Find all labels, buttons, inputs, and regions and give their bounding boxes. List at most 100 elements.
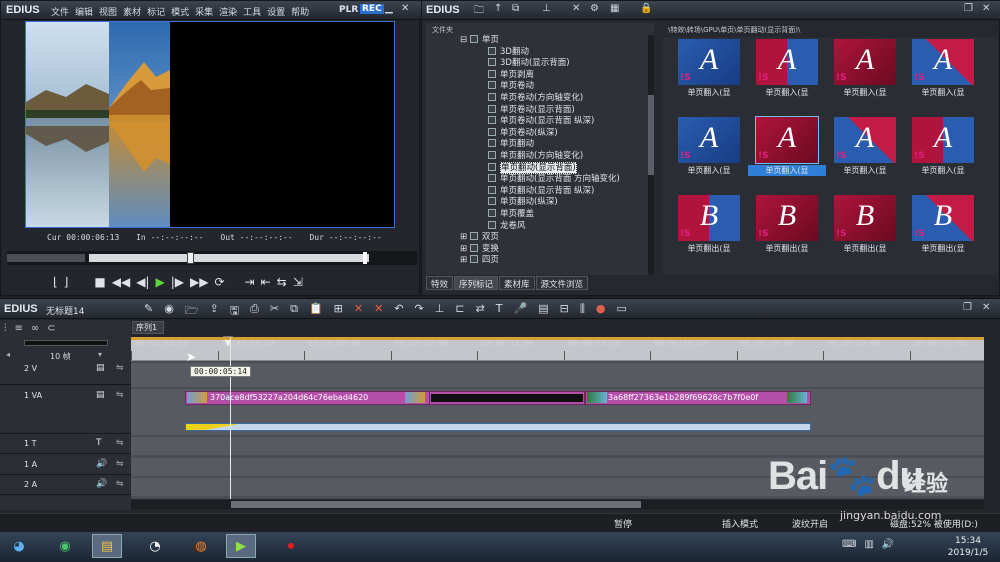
new-icon[interactable]: ⧉ — [512, 3, 519, 14]
set-out-icon[interactable]: ⌋ — [64, 275, 69, 289]
taskbar-360-icon[interactable]: ◉ — [50, 534, 80, 558]
taskbar-explorer-icon[interactable]: ▤ — [92, 534, 122, 558]
tree-item[interactable]: 单页卷动(方向轴变化) — [474, 92, 654, 105]
tree-item[interactable]: 3D翻动(显示背面) — [474, 58, 654, 70]
effect-thumbnail[interactable]: A !S 单页翻入(显 — [678, 39, 740, 97]
volume-icon[interactable]: 🔊 — [882, 539, 894, 550]
effect-thumbnail[interactable]: B !S 单页翻出(显 — [912, 195, 974, 253]
track-type-icon[interactable]: 🔊 — [96, 459, 107, 469]
track-sync-icon[interactable]: ⇋ — [116, 363, 124, 373]
menu-item[interactable]: 模式 — [171, 8, 189, 18]
layout-icon[interactable]: ▭ — [617, 302, 627, 321]
track-sync-icon[interactable]: ⇋ — [116, 479, 124, 489]
timeline-scroll-thumb[interactable] — [231, 501, 641, 508]
camera-icon[interactable]: ◉ — [164, 302, 174, 321]
tree-item[interactable]: 单页覆盖 — [474, 208, 654, 221]
tree-folder[interactable]: ⊞ 双页 — [460, 232, 654, 244]
menu-item[interactable]: 帮助 — [291, 8, 309, 18]
mic-icon[interactable]: 🎤 — [514, 302, 528, 321]
track-header[interactable]: 2 V ▤ ⇋ — [0, 361, 131, 385]
tree-folder[interactable]: ⊞ 变换 — [460, 243, 654, 256]
rec-button[interactable]: REC — [360, 4, 384, 14]
menu-item[interactable]: 标记 — [147, 8, 165, 18]
export-icon[interactable]: ⇲ — [293, 275, 303, 289]
insert-icon[interactable]: ⇥ — [245, 275, 255, 289]
menu-item[interactable]: 工具 — [243, 8, 261, 18]
step-forward-icon[interactable]: |▶ — [171, 275, 184, 289]
effect-thumbnail[interactable]: A !S 单页翻入(显 — [912, 117, 974, 175]
track-header[interactable]: 1 T T ⇋ — [0, 436, 131, 454]
track-sync-icon[interactable]: ⇋ — [116, 438, 124, 448]
menu-item[interactable]: 素材 — [123, 8, 141, 18]
sequence-tab[interactable]: 序列1 — [132, 321, 164, 334]
print-icon[interactable]: ⎙ — [250, 302, 259, 321]
close-icon[interactable]: ✕ — [401, 3, 409, 14]
tree-item[interactable]: 单页剥离 — [474, 69, 654, 82]
scrub-track[interactable] — [89, 254, 369, 262]
menu-item[interactable]: 设置 — [267, 8, 285, 18]
tree-item[interactable]: 单页翻动(方向轴变化) — [474, 150, 654, 163]
start-button[interactable]: ◕ — [4, 534, 34, 558]
loop-icon[interactable]: ⟳ — [214, 275, 224, 289]
cut-icon[interactable]: ✂ — [270, 302, 279, 321]
track-type-icon[interactable]: ▤ — [96, 390, 105, 400]
taskbar-record-icon[interactable]: ⏺ — [276, 534, 306, 558]
folder-icon[interactable]: 🗀 — [474, 3, 484, 20]
delete-icon[interactable]: ✕ — [572, 3, 580, 14]
bin-tab[interactable]: 特效 — [426, 276, 454, 290]
tool-icon[interactable]: ⊥ — [542, 3, 551, 14]
tree-item[interactable]: 龙卷风 — [474, 220, 654, 233]
timeline-close-icon[interactable]: ✕ — [982, 302, 990, 313]
up-icon[interactable]: ↑ — [494, 3, 502, 14]
track-header[interactable]: 1 A 🔊 ⇋ — [0, 457, 131, 475]
track-type-icon[interactable]: ▤ — [96, 363, 105, 373]
tree-item[interactable]: 单页翻动(纵深) — [474, 197, 654, 209]
effect-thumbnail[interactable]: A !S 单页翻入(显 — [678, 117, 740, 175]
clip-1[interactable]: 370ace8df53227a204d64c76ebad4620 — [185, 391, 433, 405]
menu-item[interactable]: 编辑 — [75, 8, 93, 18]
sync-icon[interactable]: ⇄ — [476, 302, 485, 321]
clip-2[interactable]: 3a68ff27363e1b289f69628c7b7f0e0f — [585, 391, 811, 405]
zoom-dropdown-icon[interactable]: ▾ — [98, 350, 102, 359]
track-sync-icon[interactable]: ⇋ — [116, 459, 124, 469]
link-icon[interactable]: ∞ — [31, 323, 39, 334]
split-icon[interactable]: ⇆ — [277, 275, 287, 289]
playhead-line[interactable] — [230, 337, 231, 499]
track-sync-icon[interactable]: ⇋ — [116, 390, 124, 400]
stop-icon[interactable]: ■ — [94, 275, 105, 289]
taskbar-qq-icon[interactable]: ◔ — [140, 534, 170, 558]
add-marker-icon[interactable]: ⊥ — [435, 302, 445, 321]
step-back-icon[interactable]: ◀| — [136, 275, 149, 289]
color-icon[interactable]: ● — [596, 302, 606, 321]
taskbar-edius-icon[interactable]: ▶ — [226, 534, 256, 558]
tree-scrollbar[interactable] — [648, 35, 654, 275]
open-icon[interactable]: 🗁 — [185, 302, 199, 321]
bin-tab[interactable]: 源文件浏览 — [535, 276, 589, 290]
tree-item[interactable]: 单页翻动(显示背面 纵深) — [474, 185, 654, 198]
menu-item[interactable]: 渲染 — [219, 8, 237, 18]
track-tool-icon[interactable]: ⫶ — [4, 323, 7, 334]
ripple-delete-icon[interactable]: ✕ — [374, 302, 383, 321]
menu-item[interactable]: 文件 — [51, 8, 69, 18]
overwrite-icon[interactable]: ⇤ — [261, 275, 271, 289]
time-ruler[interactable]: 00:00:04:00 00:00:06:00 00:00:08:00 00:00:1… — [131, 334, 984, 361]
plr-label[interactable]: PLR — [339, 5, 358, 15]
save-icon[interactable]: 🖫 — [230, 302, 239, 321]
delete-clip-icon[interactable]: ✕ — [354, 302, 363, 321]
expander-icon[interactable]: ⊞ — [460, 244, 470, 254]
export-sequence-icon[interactable]: ⇪ — [209, 302, 218, 321]
lock-icon[interactable]: 🔒 — [640, 3, 652, 14]
tree-item[interactable]: 单页卷动(显示背面) — [474, 104, 654, 117]
effect-thumbnail[interactable]: A !S 单页翻入(显 — [756, 39, 818, 97]
menu-item[interactable]: 视图 — [99, 8, 117, 18]
rewind-icon[interactable]: ◀◀ — [112, 275, 130, 289]
track-header[interactable]: 2 A 🔊 ⇋ — [0, 477, 131, 495]
tree-item[interactable]: 单页卷动(显示背面 纵深) — [474, 116, 654, 128]
mixer-icon[interactable]: ⫼ — [580, 302, 585, 321]
snap-icon[interactable]: ⊏ — [455, 302, 464, 321]
effect-thumbnail[interactable]: B !S 单页翻出(显 — [834, 195, 896, 253]
restore-icon[interactable]: ❐ — [964, 3, 973, 14]
properties-icon[interactable]: ⚙ — [590, 3, 599, 14]
expander-icon[interactable]: ⊟ — [460, 35, 470, 45]
timeline-restore-icon[interactable]: ❐ — [963, 302, 972, 313]
